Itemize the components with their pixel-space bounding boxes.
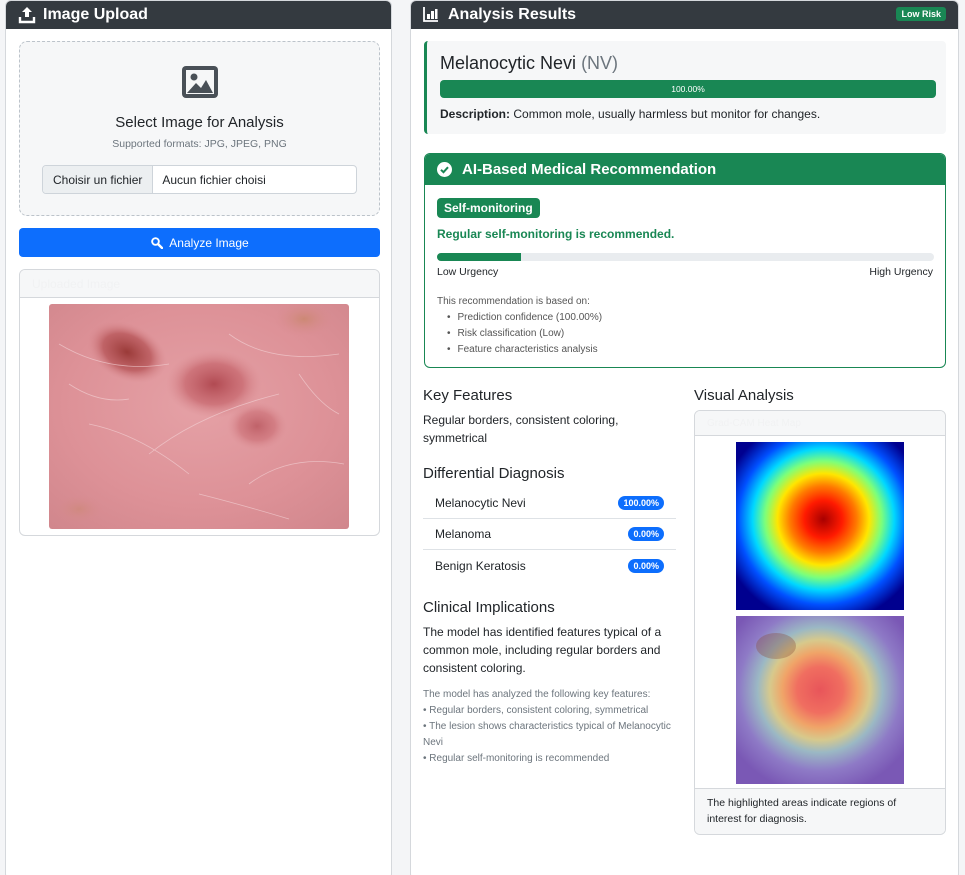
clinical-detail-line: • Regular borders, consistent coloring, … xyxy=(423,705,649,716)
diagnosis-box: Melanocytic Nevi (NV) 100.00% Descriptio… xyxy=(424,41,946,134)
heatmap-header: Grad-CAM Heat Map xyxy=(695,411,945,436)
results-panel-title: Analysis Results xyxy=(448,6,577,23)
file-input[interactable]: Choisir un fichier Aucun fichier choisi xyxy=(42,165,357,194)
basis-list: Prediction confidence (100.00%) Risk cla… xyxy=(437,310,603,358)
visual-analysis-card: Grad-CAM Heat Map The highlighted areas … xyxy=(694,410,946,835)
clinical-detail-line: The model has analyzed the following key… xyxy=(423,689,651,700)
file-status: Aucun fichier choisi xyxy=(162,172,266,187)
check-circle-icon xyxy=(437,162,452,177)
differential-name: Melanocytic Nevi xyxy=(435,496,526,510)
differential-badge: 0.00% xyxy=(628,527,664,541)
differential-row: Melanoma 0.00% xyxy=(423,519,676,550)
upload-panel-header: Image Upload xyxy=(6,1,391,29)
differential-title: Differential Diagnosis xyxy=(423,465,565,482)
basis-item: Risk classification (Low) xyxy=(447,326,602,342)
image-icon xyxy=(181,65,219,99)
gradcam-heatmap xyxy=(736,442,904,610)
differential-row: Melanocytic Nevi 100.00% xyxy=(423,488,676,519)
differential-list: Melanocytic Nevi 100.00% Melanoma 0.00% … xyxy=(423,488,676,581)
diagnosis-title: Melanocytic Nevi (NV) xyxy=(440,53,618,74)
recommendation-pill: Self-monitoring xyxy=(437,198,540,218)
key-features-title: Key Features xyxy=(423,387,513,404)
recommendation-header: AI-Based Medical Recommendation xyxy=(425,154,945,185)
drop-zone[interactable]: Select Image for Analysis Supported form… xyxy=(19,41,380,216)
description-text: Common mole, usually harmless but monito… xyxy=(513,107,821,121)
uploaded-skin-image xyxy=(49,304,349,529)
differential-name: Benign Keratosis xyxy=(435,558,526,573)
uploaded-image-card: Uploaded Image xyxy=(19,269,380,536)
differential-name: Melanoma xyxy=(435,527,492,541)
diagnosis-description: Description: Common mole, usually harmle… xyxy=(440,107,820,121)
urgency-bar-fill xyxy=(437,253,522,261)
recommendation-title: AI-Based Medical Recommendation xyxy=(462,161,717,178)
visual-analysis-title: Visual Analysis xyxy=(694,387,794,404)
search-icon xyxy=(150,236,164,250)
heatmap-caption: The highlighted areas indicate regions o… xyxy=(695,788,945,834)
recommendation-card: AI-Based Medical Recommendation Self-mon… xyxy=(424,153,946,368)
upload-panel-title: Image Upload xyxy=(43,6,148,23)
clinical-text: The model has identified features typica… xyxy=(423,625,662,675)
recommendation-basis: This recommendation is based on: Predict… xyxy=(437,294,602,358)
basis-intro: This recommendation is based on: xyxy=(437,296,590,307)
urgency-bar xyxy=(437,253,934,261)
supported-formats: Supported formats: JPG, JPEG, PNG xyxy=(112,138,287,150)
results-panel: Analysis Results Low Risk Melanocytic Ne… xyxy=(410,0,959,875)
confidence-bar-fill: 100.00% xyxy=(440,80,936,98)
clinical-title: Clinical Implications xyxy=(423,599,555,616)
app-page: Image Upload Select Image for Analysis S… xyxy=(0,0,965,875)
differential-badge: 0.00% xyxy=(628,558,664,573)
upload-title: Select Image for Analysis xyxy=(115,114,284,131)
choose-file-button[interactable]: Choisir un fichier xyxy=(43,166,154,193)
analyze-button[interactable]: Analyze Image xyxy=(19,228,380,257)
recommendation-text: Regular self-monitoring is recommended. xyxy=(437,227,675,241)
description-label: Description: xyxy=(440,107,511,121)
confidence-bar: 100.00% xyxy=(440,80,936,98)
results-panel-header: Analysis Results xyxy=(411,1,958,29)
basis-item: Feature characteristics analysis xyxy=(447,342,602,358)
uploaded-image-header: Uploaded Image xyxy=(20,270,379,298)
low-urgency-label: Low Urgency xyxy=(437,266,499,278)
clinical-detail: The model has analyzed the following key… xyxy=(423,687,673,767)
upload-icon xyxy=(18,6,36,24)
basis-item: Prediction confidence (100.00%) xyxy=(447,310,603,326)
diagnosis-abbr: (NV) xyxy=(581,53,619,73)
clinical-detail-line: • Regular self-monitoring is recommended xyxy=(423,753,610,764)
differential-row: Benign Keratosis 0.00% xyxy=(423,550,676,581)
differential-badge: 100.00% xyxy=(618,496,664,510)
heatmap-overlay-image xyxy=(736,616,904,784)
risk-badge: Low Risk xyxy=(896,7,946,21)
diagnosis-name: Melanocytic Nevi xyxy=(440,53,577,73)
upload-panel: Image Upload Select Image for Analysis S… xyxy=(5,0,392,875)
high-urgency-label: High Urgency xyxy=(869,266,933,278)
analyze-button-label: Analyze Image xyxy=(169,235,249,250)
key-features-text: Regular borders, consistent coloring, sy… xyxy=(423,413,619,445)
chart-icon xyxy=(423,6,441,24)
clinical-detail-line: • The lesion shows characteristics typic… xyxy=(423,721,671,748)
